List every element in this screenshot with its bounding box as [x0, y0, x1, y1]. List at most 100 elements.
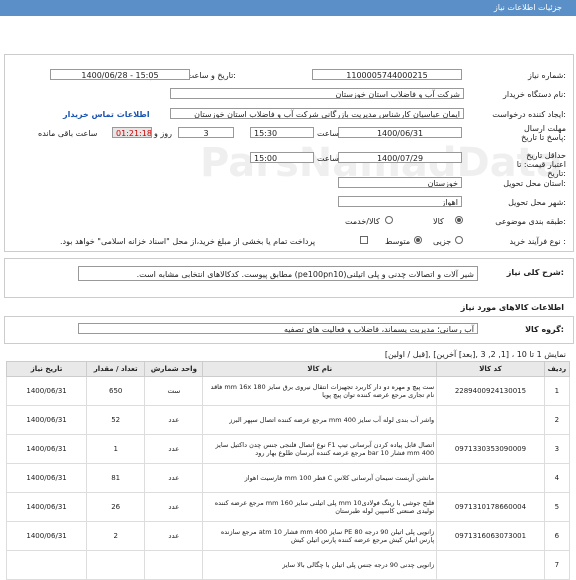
creator-field: ایمان عباسیان کارشناس مدیریت بازرگانی شر…: [170, 108, 464, 119]
cell-name: فلنج جوشی با رینگ فولادی10 mm پلی اتیلنی…: [202, 492, 438, 522]
cell-qty: 81: [86, 463, 146, 493]
deadline-time-field: 15:30: [250, 127, 314, 138]
treasury-checkbox[interactable]: [360, 236, 368, 244]
min-valid-time-field: 15:00: [250, 152, 314, 163]
page-title: جزئیات اطلاعات نیاز: [493, 3, 562, 12]
cell-unit: ست: [144, 376, 204, 406]
min-valid-time-label: ساعت: [317, 154, 339, 163]
cell-unit: عدد: [144, 521, 204, 551]
cell-date: [5, 550, 88, 580]
cell-name: مانشن آزبست سیمان آبرسانی کلاس C قطر 100…: [202, 463, 438, 493]
cell-unit: عدد: [144, 492, 204, 522]
cell-name: زانویی پلی اتیلن 90 درجه PE 80 سایز 400 …: [202, 521, 438, 551]
days-label: روز و: [154, 129, 172, 138]
cell-code: [436, 550, 545, 580]
min-valid-date-field: 1400/07/29: [338, 152, 462, 163]
cell-code: [436, 405, 545, 435]
cell-qty: 2: [86, 521, 146, 551]
announce-field: 1400/06/28 - 15:05: [50, 69, 190, 80]
cell-qty: 26: [86, 492, 146, 522]
cell-row: 5: [543, 492, 571, 522]
pagination[interactable]: نمایش 1 تا 10 ، [1, 2, 3 ,[بعد] آخرین] ,…: [385, 350, 566, 359]
cell-date: 1400/06/31: [5, 463, 88, 493]
treasury-note: پرداخت تمام یا بخشی از مبلغ خرید،از محل …: [60, 237, 316, 246]
cell-unit: عدد: [144, 405, 204, 435]
table-row: 1400/06/31 650 ست ست پیچ و مهره دو دار کارب…: [5, 376, 571, 406]
need-number-label: شماره نیاز:: [527, 71, 566, 80]
creator-label: ایجاد کننده درخواست:: [492, 110, 566, 119]
cell-unit: [144, 550, 204, 580]
category-label: طبقه بندی موضوعی:: [495, 217, 566, 226]
cell-date: 1400/06/31: [5, 434, 88, 464]
cell-row: 2: [543, 405, 571, 435]
purchase-type-label: نوع فرآیند خرید :: [509, 237, 566, 246]
remaining-label: ساعت باقی مانده: [38, 129, 98, 138]
purchase-minor-label: جزیی: [433, 237, 452, 246]
remaining-time-field: 01:21:18: [112, 127, 152, 138]
province-label: استان محل تحویل:: [503, 179, 566, 188]
cell-row: 4: [543, 463, 571, 493]
summary-label: شرح کلی نیاز:: [506, 268, 564, 277]
cell-name: اتصال قابل پیاده کردن آبرسانی تیپ F1 نوع…: [202, 434, 438, 464]
cell-date: 1400/06/31: [5, 521, 88, 551]
table-row: 1400/06/31 1 عدد اتصال قابل پیاده کردن آبرس…: [5, 434, 571, 464]
need-number-field: 1100005744000215: [312, 69, 462, 80]
header-date: تاریخ نیاز: [5, 361, 88, 377]
summary-field: شیر آلات و اتصالات چدنی و پلی اتیلنی(pe1…: [78, 266, 478, 281]
buyer-org-field: شرکت آب و فاضلاب استان خوزستان: [170, 88, 464, 99]
table-row: 1400/06/31 2 عدد زانویی پلی اتیلن 90 درجه P…: [5, 521, 571, 551]
cell-name: ست پیچ و مهره دو دار کاربرد تجهیزات انتق…: [202, 376, 438, 406]
cell-code: 0971310178660004: [436, 492, 545, 522]
header-qty: تعداد / مقدار: [86, 361, 146, 377]
header-row: ردیف: [543, 361, 571, 377]
cell-name: زانویی چدنی 90 درجه جنس پلی اتیلن با چگا…: [202, 550, 438, 580]
cell-qty: 650: [86, 376, 146, 406]
cell-date: 1400/06/31: [5, 376, 88, 406]
cell-name: واشر آب بندی لوله آب سایز 400 mm مرجع عر…: [202, 405, 438, 435]
min-valid-label: حداقل تاریخ اعتبار قیمت: تا تاریخ:: [516, 151, 566, 178]
group-label: گروه کالا:: [525, 325, 564, 334]
purchase-minor-radio[interactable]: [455, 236, 463, 244]
cell-date: 1400/06/31: [5, 405, 88, 435]
purchase-medium-radio[interactable]: [414, 236, 422, 244]
cell-code: 2289400924130015: [436, 376, 545, 406]
cell-row: 3: [543, 434, 571, 464]
header-unit: واحد شمارش: [144, 361, 204, 377]
deadline-time-label: ساعت: [317, 129, 339, 138]
category-goods-label: کالا: [433, 217, 444, 226]
header-code: کد کالا: [436, 361, 545, 377]
group-field: آب رسانی؛ مدیریت پسماند، فاضلاب و فعالیت…: [78, 323, 478, 334]
category-goods-service-label: کالا/خدمت: [345, 217, 380, 226]
cell-row: 6: [543, 521, 571, 551]
page-header: جزئیات اطلاعات نیاز: [0, 0, 576, 16]
deadline-date-field: 1400/06/31: [338, 127, 462, 138]
table-row: 1400/06/31 52 عدد واشر آب بندی لوله آب سایز…: [5, 405, 571, 435]
table-row: 1400/06/31 26 عدد فلنج جوشی با رینگ فولادی1…: [5, 492, 571, 522]
city-field: اهواز: [338, 196, 462, 207]
cell-qty: [86, 550, 146, 580]
header-name: نام کالا: [202, 361, 438, 377]
cell-qty: 1: [86, 434, 146, 464]
category-goods-radio[interactable]: [455, 216, 463, 224]
contact-info-link[interactable]: اطلاعات تماس خریدار: [63, 110, 150, 119]
table-row: زانویی چدنی 90 درجه جنس پلی اتیلن با چگا…: [5, 550, 571, 580]
table-header-row: تاریخ نیاز تعداد / مقدار واحد شمارش نام …: [5, 361, 571, 377]
cell-qty: 52: [86, 405, 146, 435]
days-field: 3: [178, 127, 234, 138]
goods-table: تاریخ نیاز تعداد / مقدار واحد شمارش نام …: [5, 361, 571, 580]
category-goods-service-radio[interactable]: [385, 216, 393, 224]
goods-info-title: اطلاعات کالاهای مورد نیاز: [460, 303, 564, 312]
cell-code: 0971330353090009: [436, 434, 545, 464]
cell-code: 0971316063073001: [436, 521, 545, 551]
cell-date: 1400/06/31: [5, 492, 88, 522]
purchase-medium-label: متوسط: [385, 237, 411, 246]
buyer-org-label: نام دستگاه خریدار:: [502, 90, 566, 99]
cell-unit: عدد: [144, 463, 204, 493]
deadline-label: مهلت ارسال پاسخ تا تاریخ:: [521, 124, 566, 142]
cell-row: 7: [543, 550, 571, 580]
province-field: خوزستان: [338, 177, 462, 188]
cell-row: 1: [543, 376, 571, 406]
table-row: 1400/06/31 81 عدد مانشن آزبست سیمان آبرسانی…: [5, 463, 571, 493]
city-label: شهر محل تحویل:: [508, 198, 566, 207]
cell-unit: عدد: [144, 434, 204, 464]
